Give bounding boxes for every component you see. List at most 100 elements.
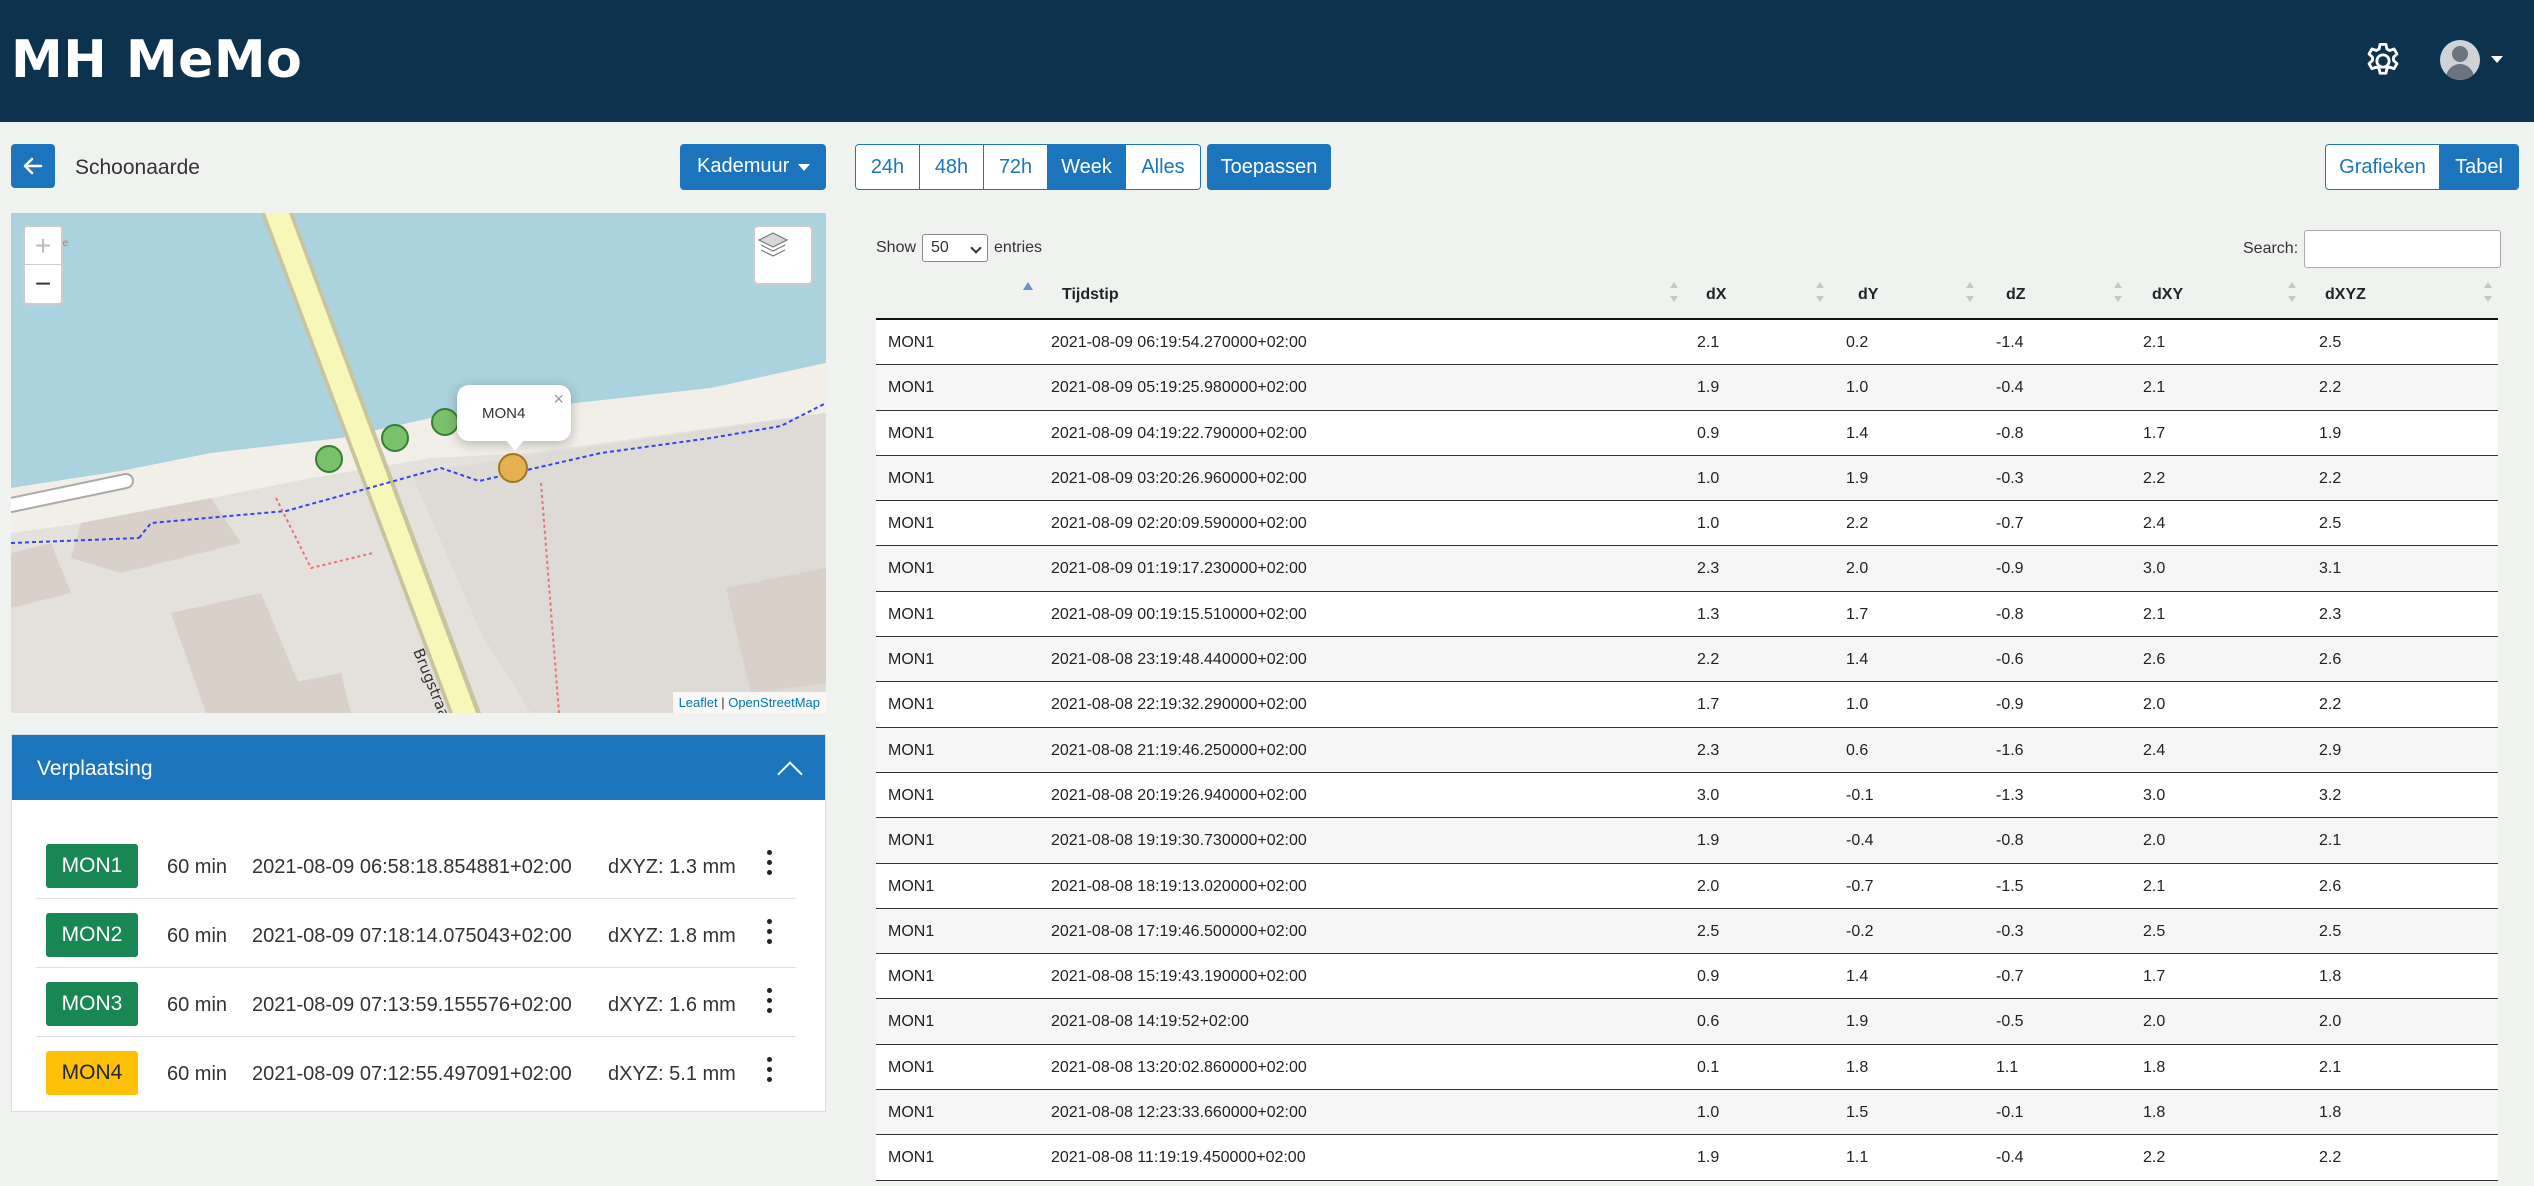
table-cell: 1.9 [1846, 469, 1869, 487]
table-row: MON1 2021-08-08 19:19:30.730000+02:00 1.9 -… [876, 818, 2498, 864]
table-cell: 2.2 [2319, 469, 2342, 487]
arrow-left-icon [23, 157, 43, 175]
marker-mon4[interactable] [498, 453, 528, 483]
monitor-badge[interactable]: MON2 [46, 913, 138, 957]
search-input[interactable] [2304, 230, 2502, 268]
table-cell: -0.4 [1996, 379, 2024, 397]
col-header-dx[interactable]: dX [1706, 286, 1726, 304]
sort-asc-icon[interactable] [1023, 282, 1033, 290]
time-range-group: 24h 48h 72h Week Alles [855, 144, 1201, 190]
table-cell: -0.7 [1996, 968, 2024, 986]
avatar[interactable] [2440, 40, 2480, 80]
table-cell: 2021-08-09 01:19:17.230000+02:00 [1051, 560, 1307, 578]
table-view-button[interactable]: Tabel [2440, 145, 2518, 189]
col-header-tijdstip[interactable]: Tijdstip [1062, 286, 1119, 304]
monitor-timestamp: 2021-08-09 07:13:59.155576+02:00 [252, 994, 572, 1016]
popup-text: MON4 [482, 405, 526, 422]
table-row: MON1 2021-08-09 01:19:17.230000+02:00 2.3 2… [876, 546, 2498, 592]
table-cell: 2.2 [2319, 1149, 2342, 1167]
col-header-dxy[interactable]: dXY [2152, 286, 2183, 304]
monitor-row: MON2 60 min 2021-08-09 07:18:14.075043+0… [36, 899, 796, 968]
back-button[interactable] [11, 144, 55, 188]
sort-icon[interactable] [2484, 282, 2492, 308]
map-attribution: Leaflet | OpenStreetMap [672, 692, 826, 713]
table-cell: MON1 [888, 832, 935, 850]
sort-icon[interactable] [1966, 282, 1974, 308]
table-row: MON1 2021-08-09 05:19:25.980000+02:00 1.9 1… [876, 365, 2498, 411]
table-cell: MON1 [888, 334, 935, 351]
table-cell: 1.8 [2319, 1104, 2342, 1122]
table-cell: 1.5 [1846, 1104, 1869, 1122]
range-48h-button[interactable]: 48h [920, 145, 984, 189]
table-cell: 1.3 [1697, 605, 1720, 623]
panel-header[interactable]: Verplaatsing [12, 735, 825, 800]
monitor-dxyz: dXYZ: 1.8 mm [608, 925, 736, 947]
table-cell: 1.9 [1697, 832, 1720, 850]
marker-mon1[interactable] [315, 445, 343, 473]
page-length-control: Show 50 entries [876, 234, 1042, 262]
col-header-dy[interactable]: dY [1858, 286, 1878, 304]
table-cell: 1.4 [1846, 968, 1869, 986]
gear-icon[interactable] [2362, 40, 2404, 82]
table-cell: 2021-08-08 15:19:43.190000+02:00 [1051, 968, 1307, 986]
marker-mon3[interactable] [431, 408, 459, 436]
table-cell: 2.2 [1697, 651, 1720, 669]
col-header-dxyz[interactable]: dXYZ [2325, 286, 2366, 304]
sort-icon[interactable] [2114, 282, 2122, 308]
zoom-out-button[interactable]: − [25, 265, 61, 303]
osm-link[interactable]: OpenStreetMap [728, 695, 820, 710]
data-table: Tijdstip dX dY dZ dXY dXYZ MON1 2021-08-0… [876, 274, 2498, 1181]
zoom-in-button[interactable]: + [25, 227, 61, 265]
map[interactable]: Brugstraat de + − MON4 × Leaflet | OpenS… [11, 213, 826, 713]
table-cell: 2.9 [2319, 741, 2342, 759]
table-cell: 2.6 [2143, 651, 2166, 669]
apply-button[interactable]: Toepassen [1207, 144, 1331, 190]
table-cell: MON1 [888, 877, 935, 895]
caret-down-icon[interactable] [2491, 56, 2503, 63]
more-vertical-icon[interactable] [764, 988, 774, 1018]
more-vertical-icon[interactable] [764, 850, 774, 880]
charts-view-button[interactable]: Grafieken [2326, 145, 2440, 189]
layers-button[interactable] [753, 225, 813, 285]
table-cell: 2.5 [1697, 922, 1720, 940]
monitor-row: MON1 60 min 2021-08-09 06:58:18.854881+0… [36, 830, 796, 899]
table-cell: MON1 [888, 560, 935, 578]
table-cell: 2021-08-09 00:19:15.510000+02:00 [1051, 605, 1307, 623]
table-row: MON1 2021-08-08 11:19:19.450000+02:00 1.9 1… [876, 1135, 2498, 1181]
table-row: MON1 2021-08-08 12:23:33.660000+02:00 1.0 1… [876, 1090, 2498, 1136]
page-length-select[interactable]: 50 [922, 234, 989, 262]
location-name: Schoonaarde [75, 156, 200, 179]
zoom-control: + − [23, 225, 63, 305]
sort-icon[interactable] [2288, 282, 2296, 308]
table-cell: 2.1 [2319, 1058, 2342, 1076]
table-cell: MON1 [888, 469, 935, 487]
monitor-badge[interactable]: MON1 [46, 844, 138, 888]
range-all-button[interactable]: Alles [1126, 145, 1200, 189]
range-24h-button[interactable]: 24h [856, 145, 920, 189]
leaflet-link[interactable]: Leaflet [679, 695, 718, 710]
more-vertical-icon[interactable] [764, 1057, 774, 1087]
structure-dropdown[interactable]: Kademuur [680, 144, 826, 190]
range-72h-button[interactable]: 72h [984, 145, 1048, 189]
table-cell: MON1 [888, 1149, 935, 1167]
table-cell: -0.2 [1846, 922, 1874, 940]
chevron-up-icon[interactable] [777, 761, 803, 787]
col-header-dz[interactable]: dZ [2006, 286, 2026, 304]
table-row: MON1 2021-08-08 23:19:48.440000+02:00 2.2 1… [876, 637, 2498, 683]
monitor-badge[interactable]: MON3 [46, 982, 138, 1026]
table-cell: MON1 [888, 424, 935, 442]
table-row: MON1 2021-08-08 15:19:43.190000+02:00 0.9 1… [876, 954, 2498, 1000]
table-cell: 2.0 [2143, 832, 2166, 850]
close-icon[interactable]: × [553, 389, 564, 410]
sort-icon[interactable] [1670, 282, 1678, 308]
table-cell: -0.3 [1996, 922, 2024, 940]
sort-icon[interactable] [1816, 282, 1824, 308]
more-vertical-icon[interactable] [764, 919, 774, 949]
monitor-row: MON4 60 min 2021-08-09 07:12:55.497091+0… [36, 1037, 796, 1106]
table-cell: 2.2 [2143, 469, 2166, 487]
table-cell: 1.9 [2319, 424, 2342, 442]
marker-mon2[interactable] [381, 424, 409, 452]
range-week-button[interactable]: Week [1048, 145, 1126, 189]
app-title[interactable]: MH MeMo [11, 30, 302, 90]
monitor-badge[interactable]: MON4 [46, 1051, 138, 1095]
